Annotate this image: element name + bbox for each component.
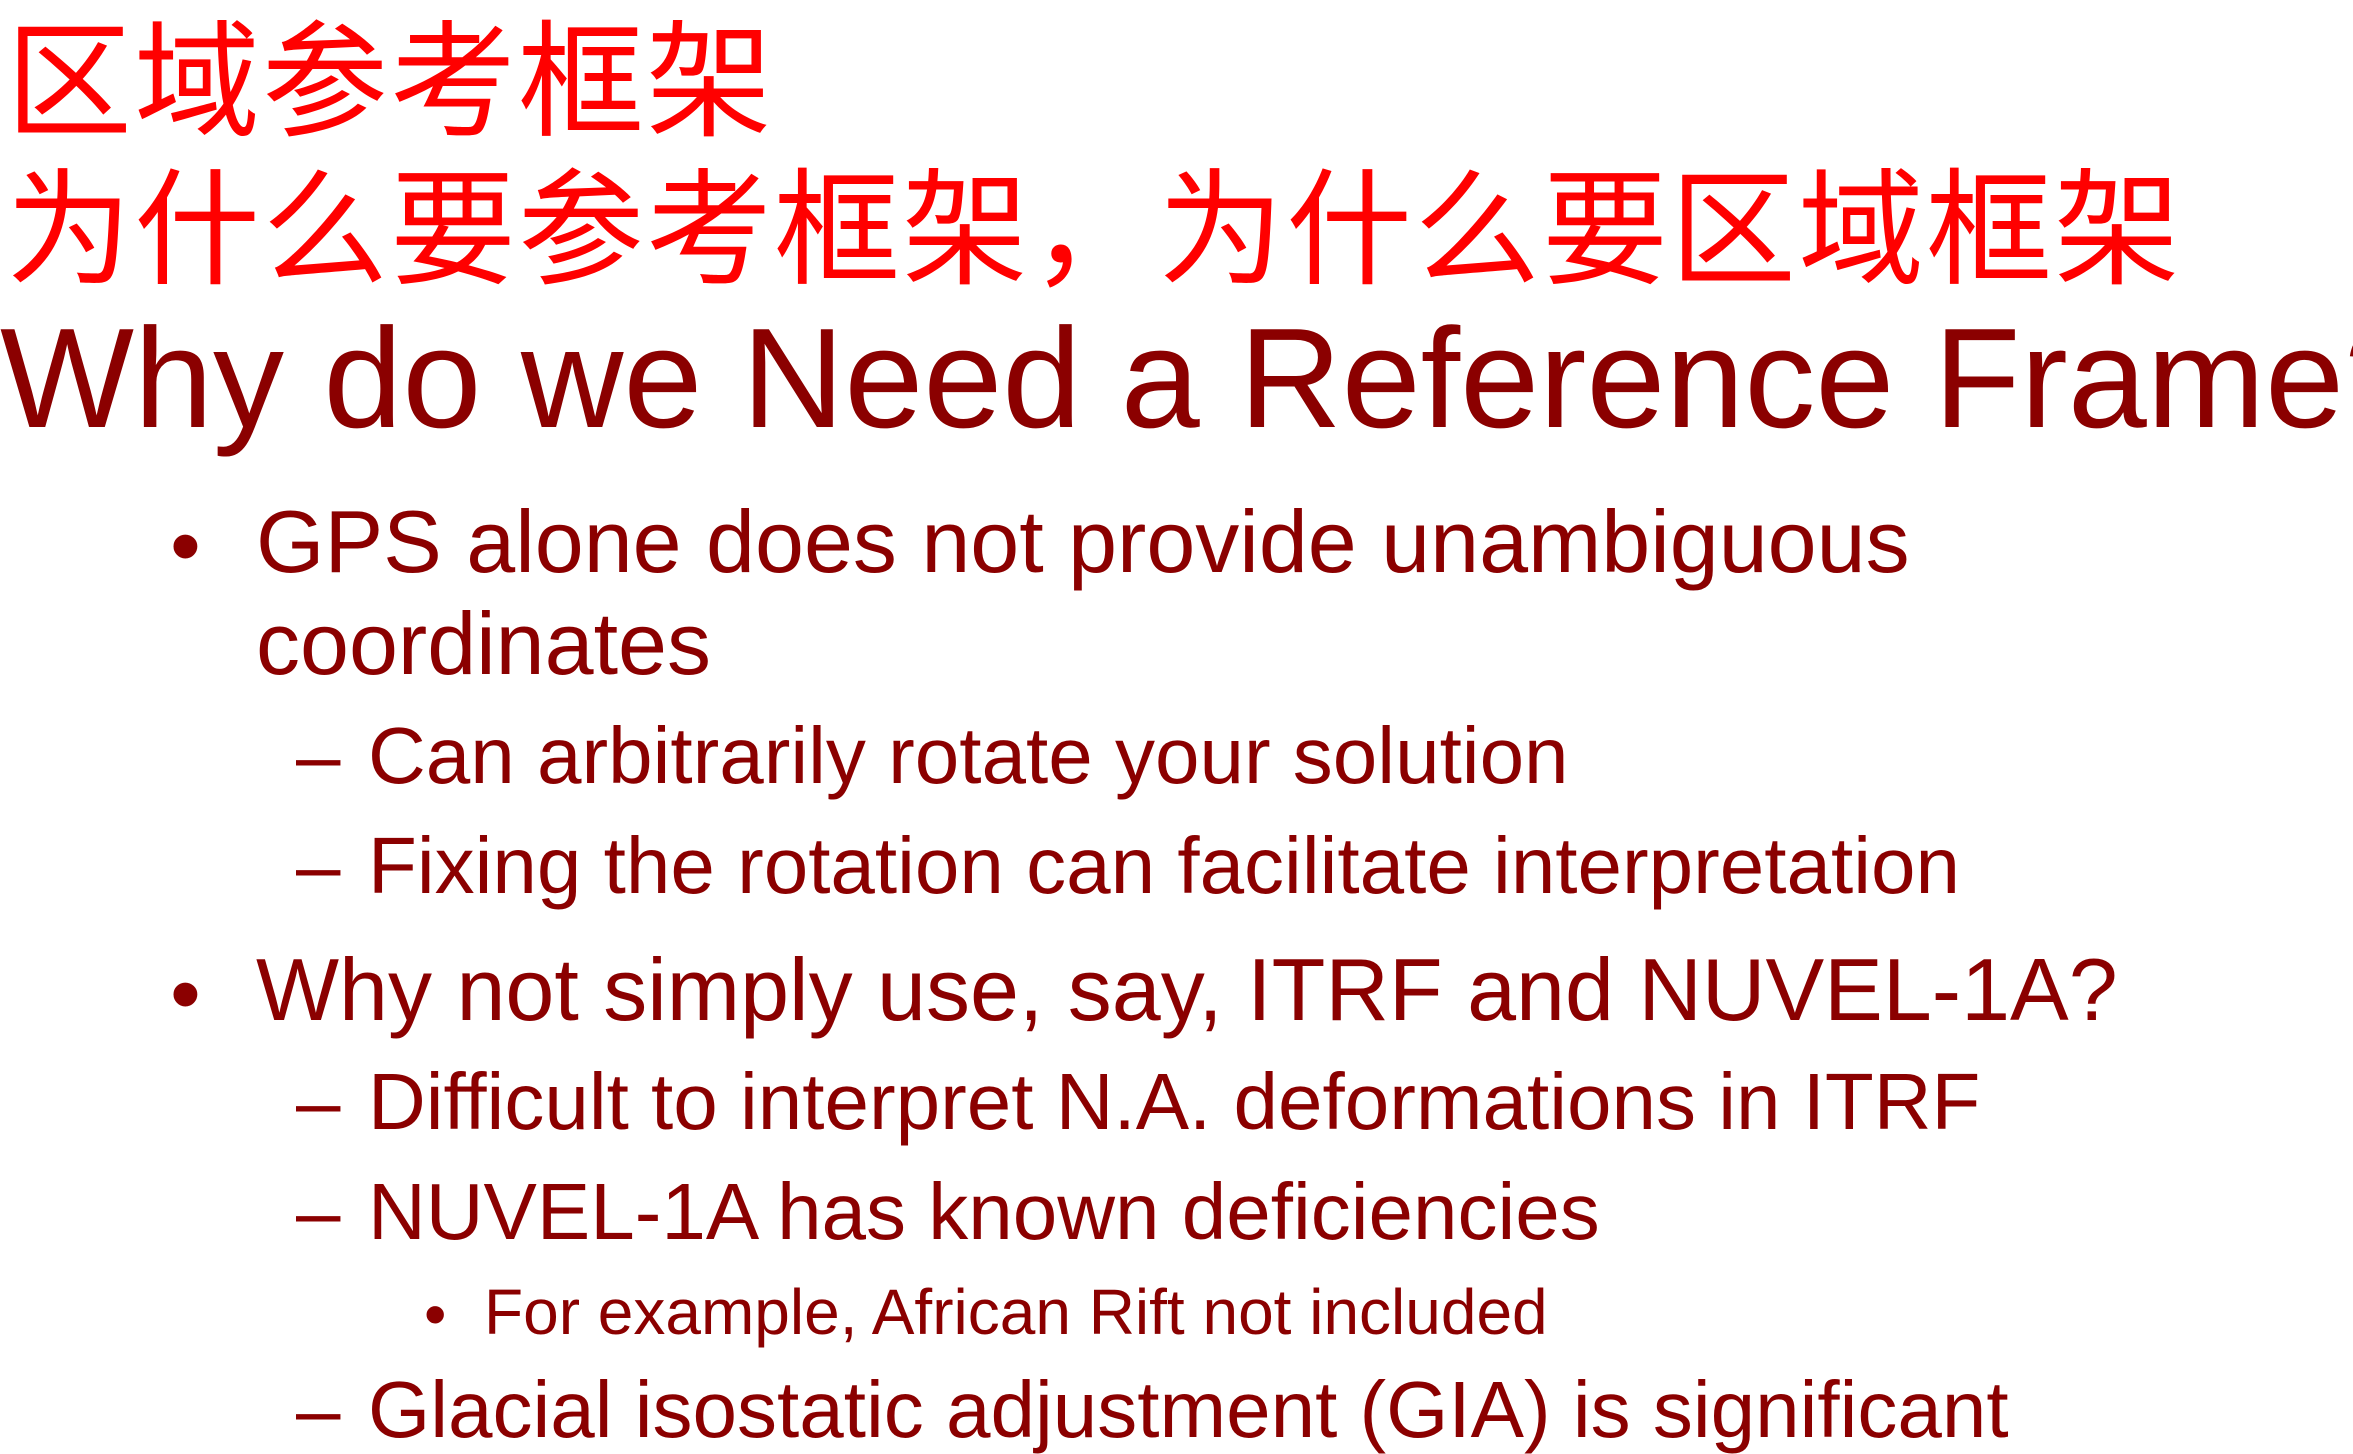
sub-bullet-rotate: Can arbitrarily rotate your solution bbox=[368, 711, 1569, 800]
sub-bullet-nuvel: NUVEL-1A has known deficiencies bbox=[368, 1167, 1600, 1256]
dash-marker: – bbox=[296, 1365, 341, 1454]
dash-marker: – bbox=[296, 821, 341, 910]
dash-marker: – bbox=[296, 1057, 341, 1146]
dash-marker: – bbox=[296, 1167, 341, 1256]
sub-bullet-difficult: Difficult to interpret N.A. deformations… bbox=[368, 1057, 1981, 1146]
dash-marker: – bbox=[296, 711, 341, 800]
sub-bullet-fixing: Fixing the rotation can facilitate inter… bbox=[368, 821, 1960, 910]
sub-sub-bullet-marker: • bbox=[424, 1278, 447, 1350]
bullet-list: • GPS alone does not provide unambiguous… bbox=[0, 0, 2353, 1454]
bullet-text-gps-continued: coordinates bbox=[256, 594, 711, 693]
sub-bullet-gia: Glacial isostatic adjustment (GIA) is si… bbox=[368, 1365, 2009, 1454]
slide: 区域参考框架 为什么要参考框架，为什么要区域框架 Why do we Need … bbox=[0, 0, 2353, 1454]
bullet-marker: • bbox=[170, 496, 201, 595]
bullet-text-itrf: Why not simply use, say, ITRF and NUVEL-… bbox=[256, 940, 2118, 1039]
bullet-marker: • bbox=[170, 944, 201, 1043]
bullet-text-gps: GPS alone does not provide unambiguous bbox=[256, 492, 1910, 591]
sub-sub-bullet-african-rift: For example, African Rift not included bbox=[484, 1276, 1548, 1348]
